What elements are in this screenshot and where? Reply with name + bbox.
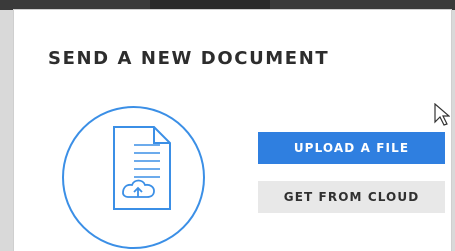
get-from-cloud-button[interactable]: GET FROM CLOUD — [258, 181, 445, 213]
screenshot-frame: SEND A NEW DOCUMENT UPLOAD A FILE GET FR… — [0, 0, 455, 251]
page-title: SEND A NEW DOCUMENT — [48, 48, 330, 69]
document-icon — [113, 126, 171, 210]
upload-file-button[interactable]: UPLOAD A FILE — [258, 132, 445, 164]
top-strip-tab — [150, 0, 270, 10]
send-document-card: SEND A NEW DOCUMENT UPLOAD A FILE GET FR… — [14, 10, 451, 251]
top-strip — [0, 0, 455, 10]
mouse-pointer-icon — [434, 103, 450, 126]
